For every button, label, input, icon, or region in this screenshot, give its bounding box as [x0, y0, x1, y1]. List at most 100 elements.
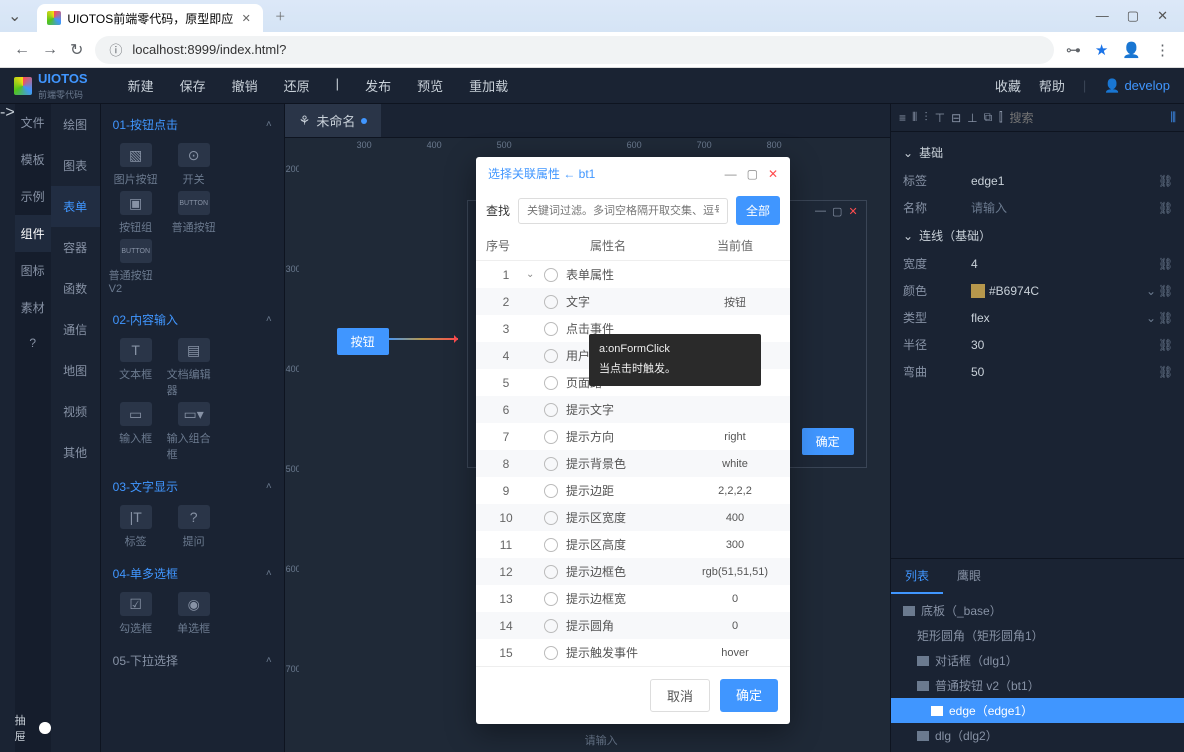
- tree-row[interactable]: 普通按钮 v2（bt1）: [891, 673, 1184, 698]
- prop-value[interactable]: 4: [971, 257, 1158, 271]
- table-row[interactable]: 2文字按钮: [476, 288, 790, 315]
- table-row[interactable]: 6提示文字: [476, 396, 790, 423]
- link-icon[interactable]: ⛓: [1158, 365, 1172, 379]
- maximize-icon[interactable]: ▢: [747, 167, 758, 181]
- cat-map[interactable]: 地图: [51, 350, 100, 391]
- align-left-icon[interactable]: ≡: [899, 110, 906, 126]
- radio-icon[interactable]: [544, 403, 558, 417]
- align-bottom-icon[interactable]: ⊥: [967, 110, 977, 126]
- menu-save[interactable]: 保存: [180, 76, 206, 95]
- kebab-icon[interactable]: ⋮: [1155, 41, 1170, 59]
- ok-button[interactable]: 确定: [720, 679, 778, 712]
- section-hdr-5[interactable]: 05-下拉选择˄: [109, 646, 276, 675]
- table-row[interactable]: 11提示区高度300: [476, 531, 790, 558]
- radio-icon[interactable]: [544, 457, 558, 471]
- chevron-down-icon[interactable]: ⌄: [1146, 311, 1158, 325]
- align-middle-icon[interactable]: ⊟: [951, 110, 961, 126]
- cat-form[interactable]: 表单: [51, 186, 100, 227]
- url-input[interactable]: ⓘ localhost:8999/index.html?: [95, 36, 1053, 64]
- section-hdr-2[interactable]: 02-内容输入˄: [109, 305, 276, 334]
- comp-label[interactable]: |T标签: [109, 505, 163, 549]
- table-row[interactable]: 15提示触发事件hover: [476, 639, 790, 666]
- rail-asset[interactable]: 素材: [21, 289, 45, 326]
- radio-icon[interactable]: [544, 295, 558, 309]
- bookmark-icon[interactable]: ★: [1095, 41, 1108, 59]
- menu-fav[interactable]: 收藏: [995, 76, 1021, 95]
- radio-icon[interactable]: [544, 349, 558, 363]
- distribute-v-icon[interactable]: ⫿: [998, 110, 1003, 126]
- comp-editor[interactable]: ▤文档编辑器: [167, 338, 221, 398]
- key-icon[interactable]: ⊶: [1066, 41, 1081, 59]
- tab-eagle-eye[interactable]: 鹰眼: [943, 559, 995, 594]
- expand-icon[interactable]: ⌄: [526, 269, 544, 280]
- close-icon[interactable]: ✕: [768, 167, 778, 181]
- back-icon[interactable]: ←: [14, 41, 30, 59]
- all-button[interactable]: 全部: [736, 196, 780, 225]
- cat-video[interactable]: 视频: [51, 391, 100, 432]
- filter-icon[interactable]: ⫼: [1170, 110, 1176, 126]
- comp-combo[interactable]: ▭▾输入组合框: [167, 402, 221, 462]
- comp-button-v2[interactable]: BUTTON普通按钮V2: [109, 239, 163, 295]
- table-row[interactable]: 7提示方向right: [476, 423, 790, 450]
- rail-drawer-toggle[interactable]: 抽屉: [15, 704, 51, 752]
- radio-icon[interactable]: [544, 268, 558, 282]
- section-hdr-3[interactable]: 03-文字显示˄: [109, 472, 276, 501]
- section-hdr-4[interactable]: 04-单多选框˄: [109, 559, 276, 588]
- prop-value[interactable]: edge1: [971, 174, 1158, 188]
- link-icon[interactable]: ⛓: [1158, 257, 1172, 271]
- comp-question[interactable]: ?提问: [167, 505, 221, 549]
- maximize-icon[interactable]: ▢: [832, 205, 842, 221]
- cat-container[interactable]: 容器: [51, 227, 100, 268]
- chevron-down-icon[interactable]: ⌄: [1146, 284, 1158, 298]
- prop-value[interactable]: 50: [971, 365, 1158, 379]
- table-row[interactable]: 9提示边距2,2,2,2: [476, 477, 790, 504]
- distribute-h-icon[interactable]: ⧉: [984, 110, 993, 126]
- section-edge[interactable]: ⌄连线（基础）: [903, 221, 1172, 250]
- canvas-button-node[interactable]: 按钮: [337, 328, 389, 355]
- cat-other[interactable]: 其他: [51, 432, 100, 473]
- prop-value[interactable]: 请输入: [971, 199, 1158, 216]
- radio-icon[interactable]: [544, 592, 558, 606]
- section-hdr-1[interactable]: 01-按钮点击˄: [109, 110, 276, 139]
- align-center-icon[interactable]: ⫴: [912, 110, 917, 126]
- cat-chart[interactable]: 图表: [51, 145, 100, 186]
- search-input[interactable]: [518, 198, 728, 224]
- cat-function[interactable]: 函数: [51, 268, 100, 309]
- prop-search-input[interactable]: [1009, 111, 1164, 125]
- radio-icon[interactable]: [544, 511, 558, 525]
- canvas-edge[interactable]: [386, 338, 458, 340]
- minimize-icon[interactable]: —: [815, 205, 826, 221]
- link-icon[interactable]: ⛓: [1158, 174, 1172, 188]
- cat-draw[interactable]: 绘图: [51, 104, 100, 145]
- dialog-ok-button[interactable]: 确定: [802, 428, 854, 455]
- window-close-icon[interactable]: ✕: [1157, 8, 1168, 24]
- tree-row[interactable]: 底板（_base）: [891, 598, 1184, 623]
- link-icon[interactable]: ⛓: [1158, 284, 1172, 298]
- minimize-icon[interactable]: —: [725, 167, 737, 181]
- rail-help-icon[interactable]: ?: [29, 326, 36, 360]
- close-icon[interactable]: ✕: [239, 11, 253, 25]
- tab-list[interactable]: 列表: [891, 559, 943, 594]
- cancel-button[interactable]: 取消: [650, 679, 710, 712]
- close-icon[interactable]: ✕: [848, 205, 857, 221]
- rail-component[interactable]: 组件: [15, 215, 51, 252]
- minimize-icon[interactable]: —: [1096, 8, 1109, 24]
- rail-file[interactable]: 文件: [21, 104, 45, 141]
- tree-row[interactable]: 对话框（dlg1）: [891, 648, 1184, 673]
- comp-button[interactable]: BUTTON普通按钮: [167, 191, 221, 235]
- new-tab-button[interactable]: ＋: [273, 9, 287, 23]
- profile-icon[interactable]: 👤: [1122, 41, 1141, 59]
- comp-checkbox[interactable]: ☑勾选框: [109, 592, 163, 636]
- menu-new[interactable]: 新建: [128, 76, 154, 95]
- table-row[interactable]: 10提示区宽度400: [476, 504, 790, 531]
- prop-value[interactable]: #B6974C: [971, 284, 1146, 298]
- comp-textbox[interactable]: T文本框: [109, 338, 163, 398]
- rail-icon[interactable]: 图标: [21, 252, 45, 289]
- radio-icon[interactable]: [544, 484, 558, 498]
- browser-tab[interactable]: UIOTOS前端零代码，原型即应 ✕: [37, 4, 263, 32]
- align-right-icon[interactable]: ⫶: [923, 110, 928, 126]
- cat-comm[interactable]: 通信: [51, 309, 100, 350]
- radio-icon[interactable]: [544, 646, 558, 660]
- link-icon[interactable]: ⛓: [1158, 338, 1172, 352]
- table-row[interactable]: 12提示边框色rgb(51,51,51): [476, 558, 790, 585]
